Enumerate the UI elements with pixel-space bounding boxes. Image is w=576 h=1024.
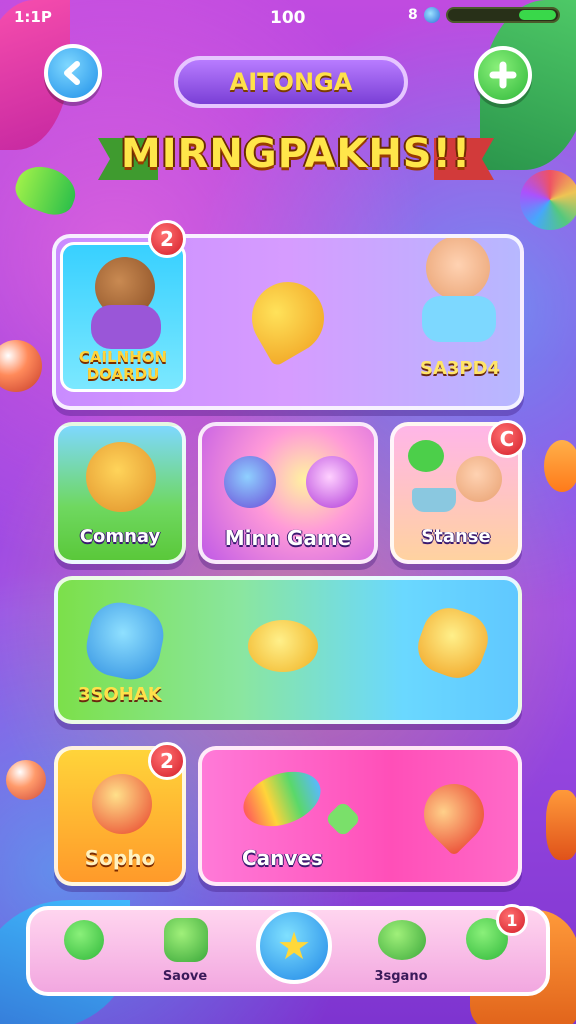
plus-icon xyxy=(489,61,517,89)
canves-label: Canves xyxy=(242,846,323,870)
yellow-fish-icon xyxy=(248,620,318,672)
battery-bar xyxy=(445,7,560,23)
mini-game-card[interactable]: Minn Game xyxy=(198,422,378,564)
candy-icon xyxy=(235,761,329,837)
featured-left-label: CAILNHON DOARDU xyxy=(78,348,168,383)
flower-icon xyxy=(224,456,276,508)
plus-button[interactable] xyxy=(474,46,532,104)
featured-card[interactable]: CAILNHON DOARDU SA3PD4 xyxy=(52,234,524,410)
nav-right-badge: 1 xyxy=(496,904,528,936)
nav-item-saove[interactable]: Saove xyxy=(130,910,240,992)
back-arrow-icon xyxy=(64,61,80,85)
green-circle-icon xyxy=(64,920,104,960)
green-star-icon xyxy=(324,800,362,838)
status-center-value: 100 xyxy=(270,8,306,28)
canves-card[interactable]: Canves xyxy=(198,746,522,886)
blue-star-creature-icon xyxy=(81,597,169,685)
status-right-group: 8 xyxy=(408,7,560,23)
bear-body-icon xyxy=(91,305,161,349)
ornament-icon xyxy=(92,774,152,834)
candy-decoration-left xyxy=(10,159,82,221)
status-time: 1:1P xyxy=(14,8,52,26)
community-card[interactable]: Comnay xyxy=(54,422,186,564)
nav-item-3sgano[interactable]: 3sgano xyxy=(346,910,456,992)
potion-icon xyxy=(306,456,358,508)
sopho-badge: 2 xyxy=(148,742,186,780)
bubble-decoration-left xyxy=(0,340,42,392)
nav-label-saove: Saove xyxy=(162,969,208,984)
mini-game-label: Minn Game xyxy=(224,526,352,550)
lion-group-icon xyxy=(86,442,156,512)
red-gem-icon xyxy=(411,771,497,857)
stanse-badge: C xyxy=(488,420,526,458)
featured-badge: 2 xyxy=(148,220,186,258)
star-icon: ★ xyxy=(276,924,312,968)
nav-label-3sgano: 3sgano xyxy=(374,969,428,984)
green-monster-icon xyxy=(164,918,208,962)
chef-character-icon xyxy=(456,456,502,502)
back-button[interactable] xyxy=(44,44,102,102)
speech-bubble-icon xyxy=(408,440,444,472)
wide-label: 3SOHAK xyxy=(78,684,162,705)
kid-body-icon xyxy=(422,296,496,342)
wide-card[interactable]: 3SOHAK xyxy=(54,576,522,724)
star-center-button[interactable]: ★ xyxy=(256,908,332,984)
sopho-label: Sopho xyxy=(84,846,156,870)
green-fish-icon xyxy=(378,920,426,960)
subtitle-pill: AITONGA xyxy=(174,56,408,108)
nav-item-left-edge[interactable] xyxy=(40,910,120,992)
yellow-star-creature-icon xyxy=(410,600,496,686)
community-label: Comnay xyxy=(79,526,161,547)
candy-decoration-right xyxy=(520,170,576,230)
bubble-decoration-left-bottom xyxy=(6,760,46,800)
candy-decoration-right-bottom xyxy=(546,790,576,860)
bottom-nav: Saove ★ 3sgano 1 xyxy=(26,904,550,996)
status-icon-text: 8 xyxy=(408,7,418,23)
stanse-label: Stanse xyxy=(421,526,491,547)
globe-icon xyxy=(423,7,440,23)
title-ribbon: MIRNGPAKHS!! xyxy=(98,118,494,186)
rocket-icon xyxy=(238,268,338,368)
featured-left-tile[interactable]: CAILNHON DOARDU xyxy=(60,242,186,392)
candy-decoration-right-mid xyxy=(544,440,576,492)
page-title: MIRNGPAKHS!! xyxy=(120,131,472,177)
kid-character-icon xyxy=(426,238,490,300)
featured-right-label: SA3PD4 xyxy=(420,358,501,379)
battery-fill xyxy=(519,10,556,20)
pot-icon xyxy=(412,488,456,512)
